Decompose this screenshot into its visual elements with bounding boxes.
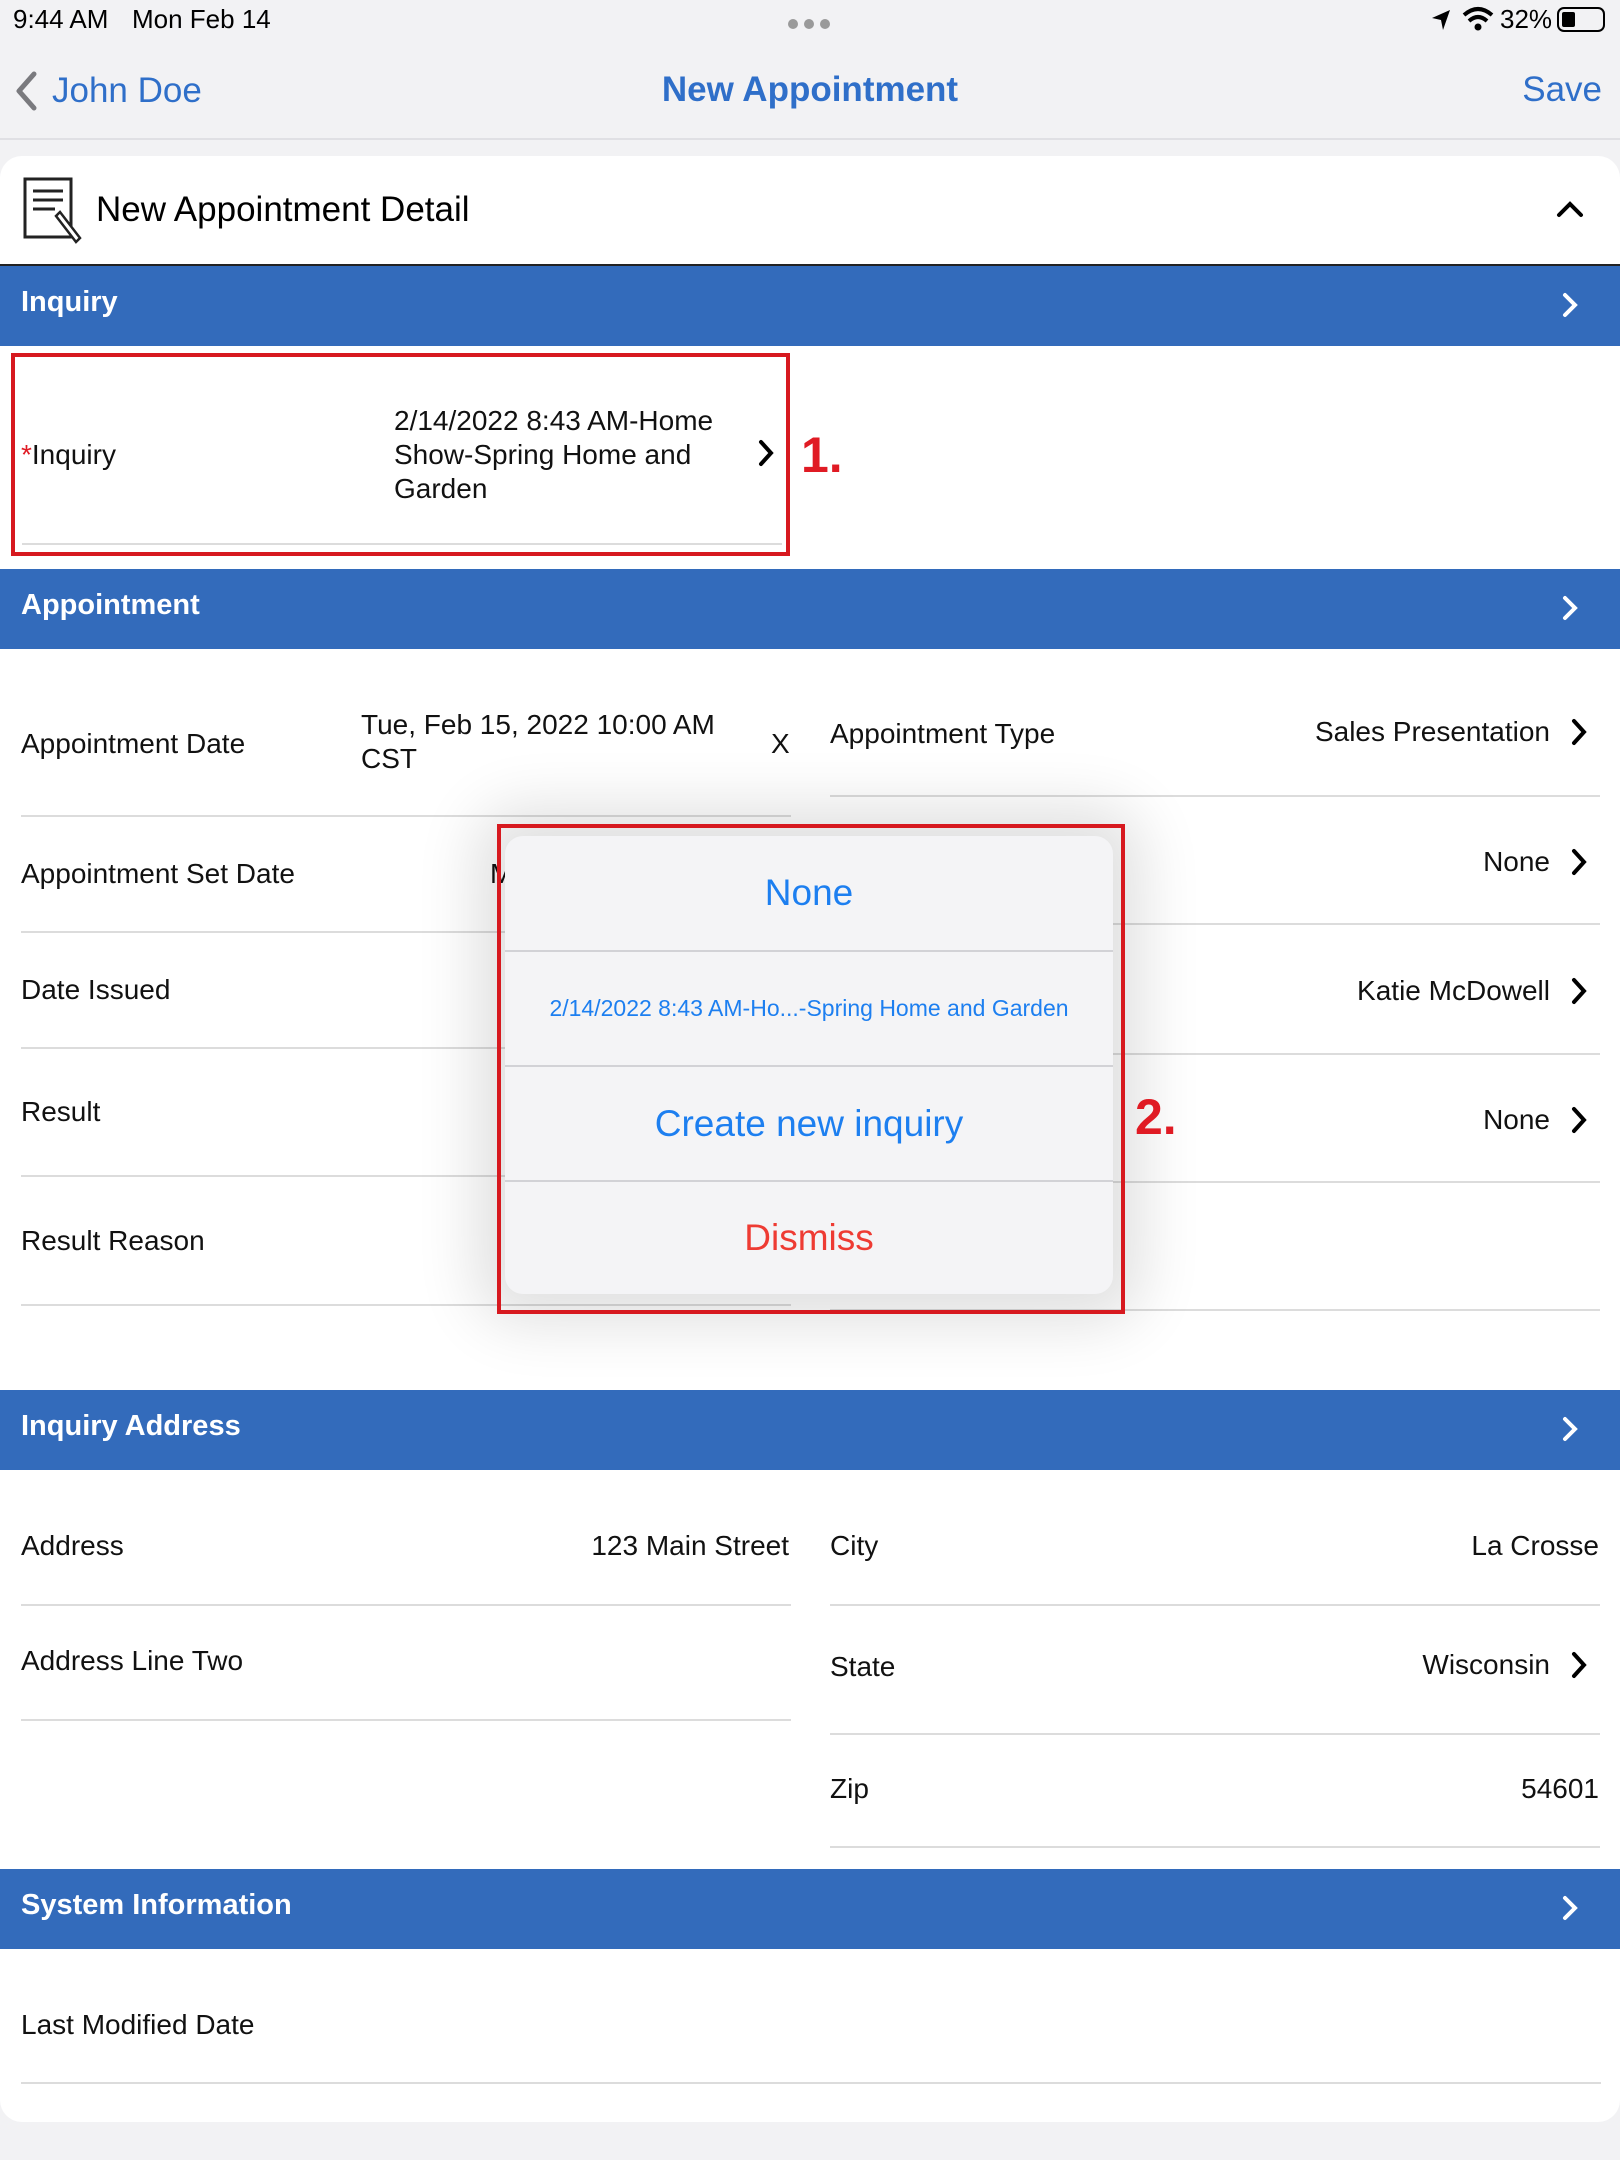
card-header[interactable]: New Appointment Detail	[0, 156, 1620, 266]
wifi-icon	[1462, 7, 1494, 31]
address-value[interactable]: 123 Main Street	[591, 1530, 789, 1562]
divider	[21, 1604, 791, 1606]
city-label: City	[830, 1530, 879, 1561]
back-button[interactable]: John Doe	[14, 66, 202, 116]
card-title: New Appointment Detail	[96, 190, 470, 229]
back-label: John Doe	[52, 71, 202, 110]
annotation-box-2	[497, 824, 1125, 1314]
section-address-title: Inquiry Address	[21, 1410, 241, 1442]
clear-date-button[interactable]: X	[771, 728, 790, 760]
date-issued-label: Date Issued	[21, 974, 171, 1005]
annotation-step-1: 1.	[801, 427, 843, 483]
divider	[21, 815, 791, 817]
appointment-type-value[interactable]: Sales Presentation	[1315, 716, 1590, 748]
zip-value[interactable]: 54601	[1521, 1773, 1599, 1805]
section-appointment[interactable]: Appointment	[0, 569, 1620, 649]
state-label: State	[830, 1651, 896, 1682]
chevron-right-icon	[1563, 293, 1578, 317]
section-system-information[interactable]: System Information	[0, 1869, 1620, 1949]
appointment-type-label: Appointment Type	[830, 718, 1056, 749]
chevron-up-icon[interactable]	[1556, 200, 1584, 218]
status-bar: 9:44 AM Mon Feb 14 32%	[0, 0, 1620, 42]
result-reason-label: Result Reason	[21, 1225, 205, 1256]
location-arrow-icon	[1432, 10, 1450, 30]
address-line-two-label: Address Line Two	[21, 1645, 244, 1676]
picker-value-user[interactable]: Katie McDowell	[1357, 975, 1590, 1007]
chevron-right-icon	[1572, 719, 1587, 745]
divider	[830, 1733, 1600, 1735]
address-label: Address	[21, 1530, 124, 1561]
picker-value-none[interactable]: None	[1483, 846, 1590, 878]
chevron-right-icon	[1572, 1107, 1587, 1133]
page-title: New Appointment	[661, 70, 959, 109]
section-appointment-title: Appointment	[21, 589, 200, 621]
section-system-title: System Information	[21, 1889, 292, 1921]
result-label: Result	[21, 1096, 101, 1127]
appointment-set-date-label: Appointment Set Date	[21, 858, 295, 889]
zip-label: Zip	[830, 1773, 869, 1804]
appointment-date-label: Appointment Date	[21, 728, 246, 759]
status-date: Mon Feb 14	[132, 4, 271, 34]
last-modified-date-label: Last Modified Date	[21, 2009, 255, 2040]
chevron-right-icon	[1563, 1417, 1578, 1441]
divider	[830, 795, 1600, 797]
annotation-step-2: 2.	[1135, 1089, 1177, 1145]
divider	[830, 1846, 1600, 1848]
save-button[interactable]: Save	[1522, 70, 1602, 110]
section-inquiry-title: Inquiry	[21, 286, 118, 318]
divider	[21, 1719, 791, 1721]
chevron-left-icon	[16, 71, 37, 111]
section-inquiry-address[interactable]: Inquiry Address	[0, 1390, 1620, 1470]
chevron-right-icon	[1563, 596, 1578, 620]
divider	[21, 2082, 1601, 2084]
battery-percent: 32%	[1500, 4, 1553, 34]
status-time: 9:44 AM	[13, 4, 109, 34]
chevron-right-icon	[1572, 978, 1587, 1004]
divider	[830, 1604, 1600, 1606]
picker-value-none-2[interactable]: None	[1483, 1104, 1590, 1136]
battery-icon	[1557, 7, 1605, 32]
more-dots-icon[interactable]	[787, 18, 831, 30]
state-value[interactable]: Wisconsin	[1422, 1649, 1590, 1681]
chevron-right-icon	[1563, 1896, 1578, 1920]
document-edit-icon	[23, 177, 82, 244]
navigation-bar: John Doe New Appointment Save	[0, 42, 1620, 140]
city-value[interactable]: La Crosse	[1471, 1530, 1599, 1562]
section-inquiry[interactable]: Inquiry	[0, 266, 1620, 346]
chevron-right-icon	[1572, 849, 1587, 875]
chevron-right-icon	[1572, 1652, 1587, 1678]
appointment-date-value[interactable]: Tue, Feb 15, 2022 10:00 AM CST	[361, 708, 715, 776]
annotation-box-1	[11, 353, 790, 556]
